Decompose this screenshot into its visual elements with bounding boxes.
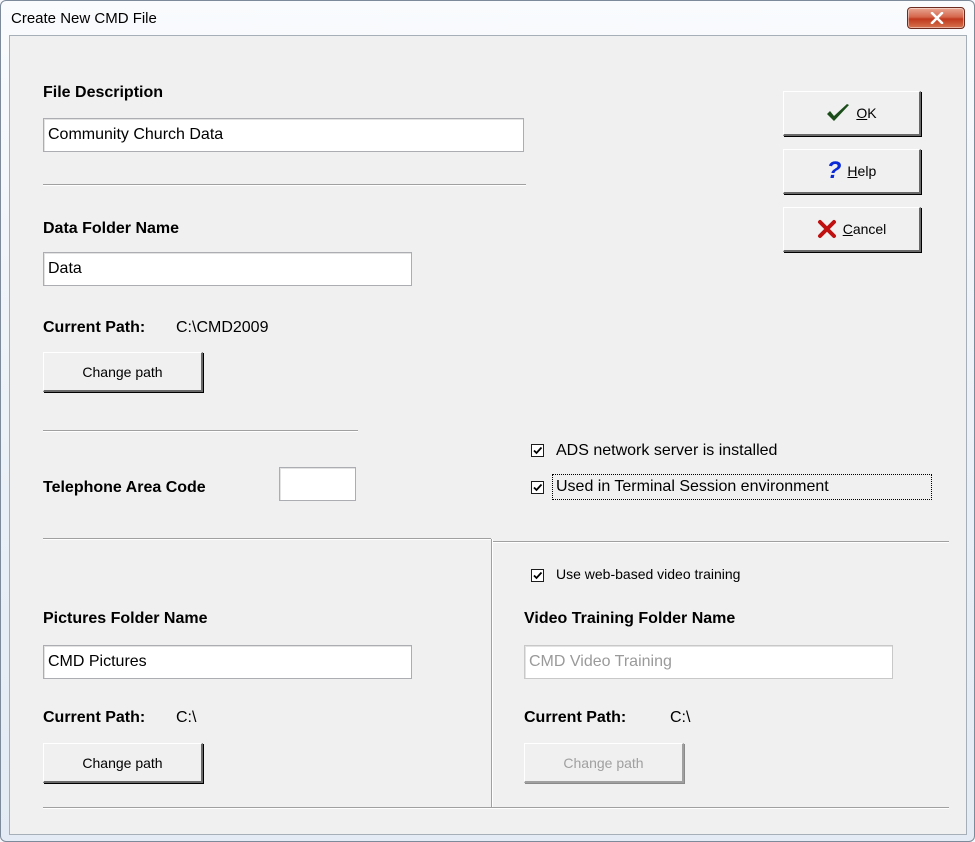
help-button-label: Help bbox=[847, 163, 876, 179]
ok-button[interactable]: OK bbox=[783, 91, 921, 136]
terminal-checkbox-label[interactable]: Used in Terminal Session environment bbox=[556, 478, 829, 496]
telephone-label: Telephone Area Code bbox=[43, 479, 206, 496]
pictures-folder-input[interactable]: CMD Pictures bbox=[43, 645, 412, 679]
video-folder-input[interactable]: CMD Video Training bbox=[524, 645, 893, 679]
pictures-folder-label: Pictures Folder Name bbox=[43, 610, 208, 627]
file-description-label: File Description bbox=[43, 84, 164, 101]
data-change-path-button[interactable]: Change path bbox=[43, 352, 203, 392]
video-current-path-label: Current Path: bbox=[524, 709, 627, 726]
video-training-checkbox[interactable] bbox=[531, 569, 544, 582]
ads-checkbox-label[interactable]: ADS network server is installed bbox=[556, 442, 777, 460]
ok-button-label: OK bbox=[856, 105, 876, 121]
cancel-mnemonic: C bbox=[842, 221, 853, 237]
help-question-icon: ? bbox=[826, 157, 842, 184]
pictures-change-path-label: Change path bbox=[82, 754, 163, 771]
help-button[interactable]: ? Help bbox=[783, 149, 921, 194]
help-mnemonic: H bbox=[847, 163, 858, 179]
separator-3 bbox=[43, 538, 491, 540]
dialog-client-area: File Description Community Church Data D… bbox=[9, 35, 967, 835]
terminal-checkbox[interactable] bbox=[531, 481, 544, 494]
separator-1 bbox=[43, 184, 526, 186]
data-current-path-value: C:\CMD2009 bbox=[176, 319, 269, 336]
pictures-change-path-button[interactable]: Change path bbox=[43, 743, 203, 783]
data-folder-input[interactable]: Data bbox=[43, 252, 412, 286]
close-icon bbox=[930, 12, 944, 24]
telephone-area-code-input[interactable] bbox=[279, 467, 356, 501]
help-label-rest: elp bbox=[857, 163, 877, 179]
data-change-path-label: Change path bbox=[82, 363, 163, 380]
data-folder-label: Data Folder Name bbox=[43, 220, 180, 237]
data-current-path-label: Current Path: bbox=[43, 319, 146, 336]
checkmark-icon bbox=[533, 483, 543, 492]
vertical-separator bbox=[491, 539, 493, 807]
cancel-label-rest: ancel bbox=[852, 221, 887, 237]
video-current-path-value: C:\ bbox=[670, 709, 691, 726]
cancel-x-icon bbox=[817, 220, 836, 238]
close-button[interactable] bbox=[907, 7, 965, 29]
dialog-window: Create New CMD File File Description Com… bbox=[0, 0, 975, 842]
ok-mnemonic: O bbox=[856, 105, 868, 121]
ok-label-rest: K bbox=[867, 105, 877, 121]
checkmark-icon bbox=[533, 571, 543, 580]
separator-4 bbox=[493, 541, 949, 543]
separator-bottom bbox=[43, 807, 949, 809]
video-folder-label: Video Training Folder Name bbox=[524, 610, 736, 627]
pictures-current-path-label: Current Path: bbox=[43, 709, 146, 726]
video-training-checkbox-label[interactable]: Use web-based video training bbox=[556, 566, 740, 582]
window-title: Create New CMD File bbox=[11, 10, 157, 27]
pictures-current-path-value: C:\ bbox=[176, 709, 197, 726]
video-change-path-label: Change path bbox=[563, 754, 644, 771]
ads-checkbox[interactable] bbox=[531, 444, 544, 457]
video-change-path-button[interactable]: Change path bbox=[524, 743, 684, 783]
checkmark-icon bbox=[533, 446, 543, 455]
cancel-button[interactable]: Cancel bbox=[783, 207, 921, 252]
checkmark-icon bbox=[827, 104, 850, 121]
separator-2 bbox=[43, 430, 358, 432]
file-description-input[interactable]: Community Church Data bbox=[43, 118, 524, 152]
title-bar[interactable]: Create New CMD File bbox=[1, 1, 974, 35]
cancel-button-label: Cancel bbox=[843, 221, 887, 237]
